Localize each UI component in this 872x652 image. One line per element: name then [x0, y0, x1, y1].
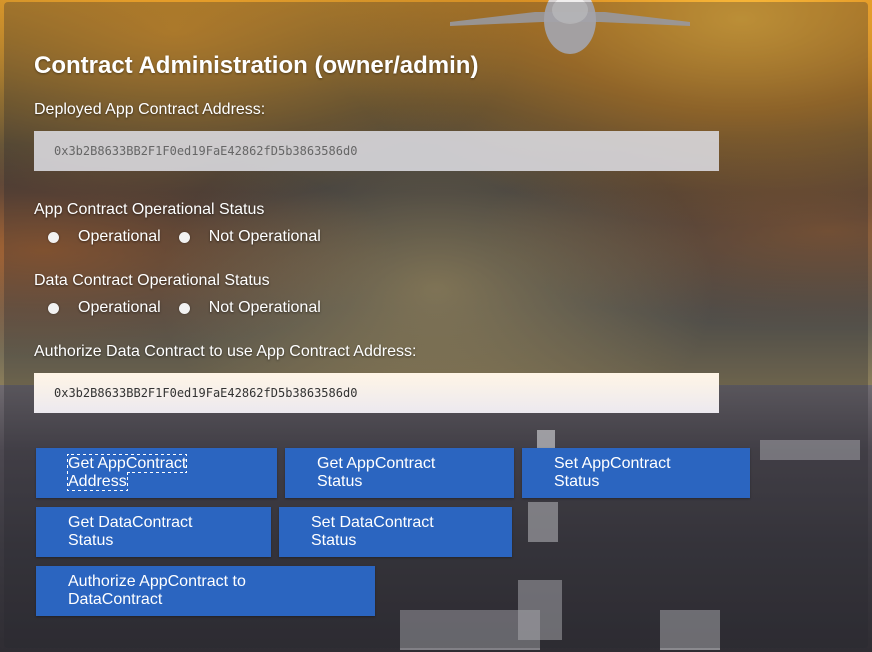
- data-status-label: Data Contract Operational Status: [34, 272, 270, 289]
- set-data-status-button[interactable]: Set DataContract Status: [279, 507, 512, 557]
- set-app-status-label: Set AppContract Status: [554, 455, 671, 490]
- get-data-status-label: Get DataContract Status: [68, 514, 193, 549]
- data-not-operational-label: Not Operational: [208, 299, 321, 316]
- authorize-label: Authorize Data Contract to use App Contr…: [34, 343, 417, 360]
- app-not-operational-radio[interactable]: [178, 231, 190, 243]
- data-operational-radio[interactable]: [48, 302, 59, 314]
- authorize-app-label: Authorize AppContract to DataContract: [68, 573, 246, 608]
- authorize-app-button[interactable]: Authorize AppContract to DataContract: [36, 566, 375, 616]
- get-app-address-button[interactable]: Get AppContract Address: [36, 448, 277, 498]
- authorize-address-field[interactable]: [34, 373, 719, 413]
- app-status-label: App Contract Operational Status: [34, 201, 265, 218]
- get-app-status-button[interactable]: Get AppContract Status: [285, 448, 514, 498]
- data-status-radio-group: Operational Not Operational: [48, 298, 339, 318]
- page-title: Contract Administration (owner/admin): [34, 52, 479, 79]
- set-data-status-label: Set DataContract Status: [311, 514, 434, 549]
- get-app-status-label: Get AppContract Status: [317, 455, 436, 490]
- deployed-address-label: Deployed App Contract Address:: [34, 101, 266, 118]
- data-operational-label: Operational: [78, 299, 161, 316]
- app-operational-label: Operational: [78, 228, 161, 245]
- data-not-operational-radio[interactable]: [178, 302, 190, 314]
- app-status-radio-group: Operational Not Operational: [48, 227, 339, 247]
- app-operational-radio[interactable]: [48, 231, 59, 243]
- set-app-status-button[interactable]: Set AppContract Status: [522, 448, 750, 498]
- app-not-operational-label: Not Operational: [208, 228, 321, 245]
- get-data-status-button[interactable]: Get DataContract Status: [36, 507, 271, 557]
- deployed-address-field[interactable]: [34, 131, 719, 171]
- get-app-address-label: Get AppContract Address: [66, 454, 188, 491]
